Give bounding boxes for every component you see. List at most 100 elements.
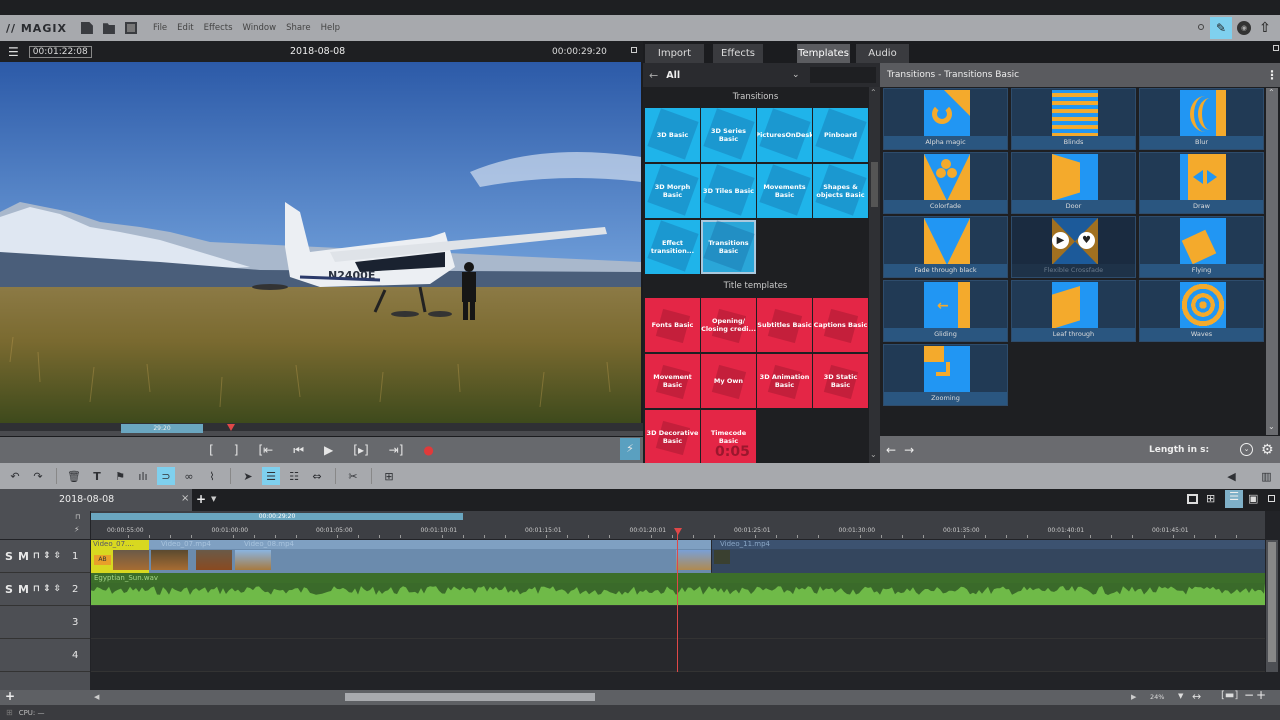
transition-category-tile[interactable]: 3D Basic xyxy=(645,108,700,162)
save-icon[interactable] xyxy=(124,22,137,34)
transition-category-tile[interactable]: Transitions Basic xyxy=(701,220,756,274)
add-track-icon[interactable]: + xyxy=(5,689,15,703)
set-out-point-button[interactable]: ] xyxy=(234,443,239,457)
transition-template-tile[interactable]: Door xyxy=(1011,152,1136,214)
expand-track-icon[interactable]: ⇕ xyxy=(43,551,51,561)
back-arrow-icon[interactable]: ← xyxy=(649,69,658,82)
playhead-marker[interactable] xyxy=(227,424,235,431)
forward-arrow-icon[interactable]: → xyxy=(904,443,914,457)
play-button[interactable]: ▶ xyxy=(324,443,333,457)
transition-category-tile[interactable]: PicturesOnDesk xyxy=(757,108,812,162)
expand-track-icon[interactable]: ⇕ xyxy=(43,584,51,594)
menu-share[interactable]: Share xyxy=(286,23,311,33)
zoom-level[interactable]: 24% xyxy=(1150,693,1164,701)
undo-icon[interactable]: ↶ xyxy=(6,467,24,485)
transition-category-tile[interactable]: Pinboard xyxy=(813,108,868,162)
go-to-out-point-button[interactable]: ⇥] xyxy=(389,443,404,457)
small-circle-icon[interactable] xyxy=(1198,24,1204,30)
transition-template-tile[interactable]: Blinds xyxy=(1011,88,1136,150)
transition-category-tile[interactable]: Effect transition... xyxy=(645,220,700,274)
transition-template-tile[interactable]: Draw xyxy=(1139,152,1264,214)
chevron-down-icon[interactable]: ⌄ xyxy=(792,70,800,80)
menu-help[interactable]: Help xyxy=(321,23,340,33)
play-range-button[interactable]: [▸] xyxy=(353,443,368,457)
tools-button[interactable]: ✎ xyxy=(1210,17,1232,39)
track-2-area[interactable]: Egyptian_Sun.wav xyxy=(91,573,1265,606)
transition-category-tile[interactable]: 3D Morph Basic xyxy=(645,164,700,218)
disc-icon[interactable]: ◉ xyxy=(1237,21,1251,35)
category-filter-value[interactable]: All xyxy=(666,70,680,81)
transition-template-tile[interactable]: Colorfade xyxy=(883,152,1008,214)
fit-width-icon[interactable]: ↔ xyxy=(1192,690,1201,703)
timeline-view-icon[interactable]: ☰ xyxy=(1225,490,1243,508)
solo-button[interactable]: S xyxy=(5,550,13,563)
scroll-right-icon[interactable]: ▶ xyxy=(1131,693,1136,701)
go-to-in-point-button[interactable]: [⇤ xyxy=(258,443,273,457)
title-category-tile[interactable]: Subtitles Basic xyxy=(757,298,812,352)
menu-window[interactable]: Window xyxy=(243,23,277,33)
title-category-tile[interactable]: 3D Static Basic xyxy=(813,354,868,408)
lightning-icon[interactable]: ⚡ xyxy=(74,525,80,534)
upload-icon[interactable]: ⇧ xyxy=(1257,19,1273,37)
scene-overview-icon[interactable]: ⊞ xyxy=(1206,492,1215,505)
project-tab[interactable]: 2018-08-08 × xyxy=(0,489,192,511)
storyboard-view-icon[interactable] xyxy=(1187,494,1198,504)
redo-icon[interactable]: ↷ xyxy=(29,467,47,485)
transition-template-tile[interactable]: ← Gliding xyxy=(883,280,1008,342)
pointer-tool-icon[interactable]: ➤ xyxy=(239,467,257,485)
volume-icon[interactable]: ◀ xyxy=(1223,467,1241,485)
preview-scrub-bar[interactable]: 29:20 xyxy=(0,423,643,436)
timeline-playhead-marker[interactable] xyxy=(674,528,682,535)
transition-template-tile[interactable]: Blur xyxy=(1139,88,1264,150)
more-options-icon[interactable]: ⋮ xyxy=(1266,68,1278,82)
playhead-line[interactable] xyxy=(677,528,678,672)
templates-scrollbar[interactable]: ⌃ ⌄ xyxy=(1266,88,1278,435)
zoom-dropdown-icon[interactable]: ▼ xyxy=(1178,692,1183,700)
transition-category-tile[interactable]: 3D Tiles Basic xyxy=(701,164,756,218)
single-track-mode-icon[interactable]: ☰ xyxy=(262,467,280,485)
stretch-mode-icon[interactable]: ⇔ xyxy=(308,467,326,485)
title-category-tile[interactable]: 3D Decorative Basic xyxy=(645,410,700,464)
zoom-in-icon[interactable]: + xyxy=(1256,688,1266,702)
clip-video-07-long[interactable]: Video_07.mp4 Video_08.mp4 xyxy=(91,540,711,573)
scroll-thumb[interactable] xyxy=(345,693,595,701)
tab-import[interactable]: Import xyxy=(645,44,704,63)
menu-edit[interactable]: Edit xyxy=(177,23,193,33)
clock-icon[interactable]: ⌄ xyxy=(1240,443,1253,456)
transition-template-tile[interactable]: Alpha magic xyxy=(883,88,1008,150)
collapse-track-icon[interactable]: ⇳ xyxy=(54,584,62,594)
mixer-icon[interactable]: ▥ xyxy=(1258,467,1276,485)
previous-marker-button[interactable]: ⏮ xyxy=(293,443,304,458)
settings-gear-icon[interactable]: ⚙ xyxy=(1261,442,1274,458)
title-category-tile[interactable]: 0:05 Timecode Basic xyxy=(701,410,756,464)
transition-template-tile[interactable]: Zooming xyxy=(883,344,1008,406)
transition-template-tile[interactable]: Waves xyxy=(1139,280,1264,342)
menu-effects[interactable]: Effects xyxy=(204,23,233,33)
camera-view-icon[interactable]: ▣ xyxy=(1248,492,1258,505)
clip-video-11[interactable]: Video_11.mp4 xyxy=(712,540,1265,573)
new-file-icon[interactable] xyxy=(80,22,93,34)
ab-transition-icon[interactable]: AB xyxy=(94,555,111,565)
title-text-icon[interactable]: T xyxy=(88,467,106,485)
category-scrollbar[interactable]: ⌃ ⌄ xyxy=(869,87,880,463)
transition-template-tile[interactable]: ▶ ♥ Flexible Crossfade xyxy=(1011,216,1136,278)
insert-icon[interactable]: ⊞ xyxy=(380,467,398,485)
hamburger-menu-icon[interactable]: ☰ xyxy=(8,45,19,59)
delete-icon[interactable]: 🗑 xyxy=(65,467,83,485)
link-icon[interactable]: ∞ xyxy=(180,467,198,485)
track-4-area[interactable] xyxy=(91,639,1265,672)
title-category-tile[interactable]: Captions Basic xyxy=(813,298,868,352)
cut-scissors-icon[interactable]: ✂ xyxy=(344,467,362,485)
range-marker[interactable]: 29:20 xyxy=(121,424,203,433)
position-timecode[interactable]: 00:01:22:08 xyxy=(28,45,92,58)
multi-track-mode-icon[interactable]: ☷ xyxy=(285,467,303,485)
preview-play-icon[interactable]: ▶ xyxy=(1052,232,1069,249)
category-search-input[interactable] xyxy=(810,67,876,83)
tab-effects[interactable]: Effects xyxy=(713,44,763,63)
timeline-ruler[interactable]: 00:00:29:20 00:00:55:00 00:01:00:00 00:01:… xyxy=(91,511,1265,539)
set-in-point-button[interactable]: [ xyxy=(209,443,214,457)
title-category-tile[interactable]: Movement Basic xyxy=(645,354,700,408)
panel-maximize-icon[interactable] xyxy=(1273,45,1279,51)
tab-templates[interactable]: Templates xyxy=(797,44,850,63)
transition-category-tile[interactable]: Shapes & objects Basic xyxy=(813,164,868,218)
